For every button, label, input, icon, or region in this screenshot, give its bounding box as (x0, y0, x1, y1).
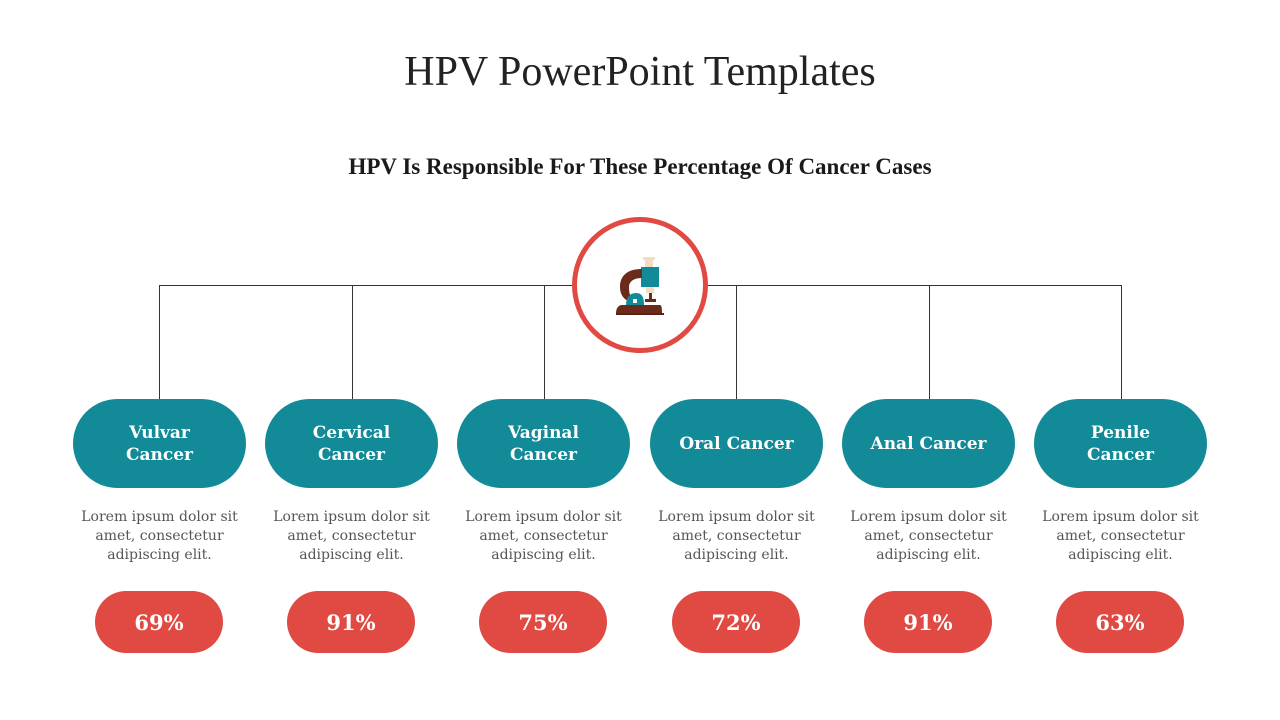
cancer-label: Penile Cancer (1086, 422, 1155, 465)
cancer-label: Anal Cancer (870, 433, 987, 454)
cancer-description: Lorem ipsum dolor sit amet, consectetur … (273, 509, 430, 563)
connector-line (929, 285, 930, 400)
cancer-item-cervical: Cervical Cancer Lorem ipsum dolor sit am… (265, 399, 438, 653)
center-icon-circle (572, 217, 708, 353)
cancer-description: Lorem ipsum dolor sit amet, consectetur … (658, 509, 815, 563)
connector-line (736, 285, 737, 400)
percentage-badge: 63% (1056, 591, 1184, 653)
percentage-badge: 91% (864, 591, 992, 653)
connector-line (159, 285, 160, 400)
cancer-label: Vulvar Cancer (125, 422, 194, 465)
connector-line (544, 285, 545, 400)
percentage-badge: 91% (287, 591, 415, 653)
cancer-label-pill: Vaginal Cancer (457, 399, 630, 488)
cancer-label-pill: Cervical Cancer (265, 399, 438, 488)
cancer-item-vaginal: Vaginal Cancer Lorem ipsum dolor sit ame… (457, 399, 630, 653)
cancer-item-oral: Oral Cancer Lorem ipsum dolor sit amet, … (650, 399, 823, 653)
connector-line (352, 285, 353, 400)
connector-line (1121, 285, 1122, 400)
cancer-label: Vaginal Cancer (508, 422, 579, 465)
cancer-description: Lorem ipsum dolor sit amet, consectetur … (850, 509, 1007, 563)
cancer-description: Lorem ipsum dolor sit amet, consectetur … (1042, 509, 1199, 563)
slide-title: HPV PowerPoint Templates (404, 49, 876, 95)
percentage-badge: 75% (479, 591, 607, 653)
cancer-label: Oral Cancer (679, 433, 794, 454)
cancer-label: Cervical Cancer (312, 422, 391, 465)
cancer-label-pill: Penile Cancer (1034, 399, 1207, 488)
cancer-label-pill: Vulvar Cancer (73, 399, 246, 488)
percentage-badge: 69% (95, 591, 223, 653)
slide-subtitle: HPV Is Responsible For These Percentage … (348, 154, 932, 179)
cancer-description: Lorem ipsum dolor sit amet, consectetur … (465, 509, 622, 563)
cancer-item-vulvar: Vulvar Cancer Lorem ipsum dolor sit amet… (73, 399, 246, 653)
cancer-label-pill: Oral Cancer (650, 399, 823, 488)
cancer-item-anal: Anal Cancer Lorem ipsum dolor sit amet, … (842, 399, 1015, 653)
cancer-description: Lorem ipsum dolor sit amet, consectetur … (81, 509, 238, 563)
microscope-icon (616, 257, 664, 315)
cancer-label-pill: Anal Cancer (842, 399, 1015, 488)
cancer-item-penile: Penile Cancer Lorem ipsum dolor sit amet… (1034, 399, 1207, 653)
percentage-badge: 72% (672, 591, 800, 653)
